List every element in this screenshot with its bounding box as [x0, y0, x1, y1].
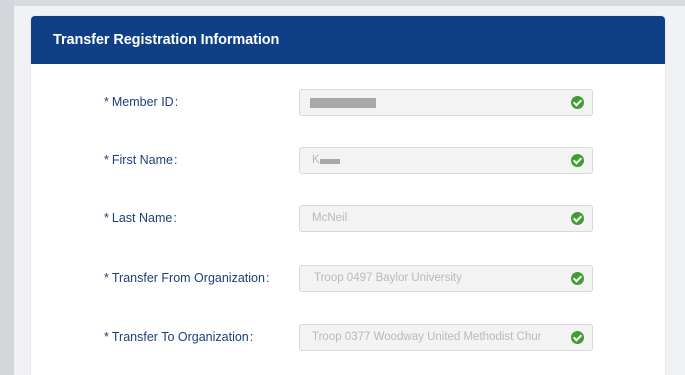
redacted-value [310, 98, 376, 108]
panel-title: Transfer Registration Information [53, 32, 280, 48]
first-name-value: K [312, 154, 320, 166]
transfer-to-label: * Transfer To Organization: [104, 330, 253, 344]
form-row-member-id: * Member ID: [31, 89, 665, 116]
member-id-label: * Member ID: [104, 95, 178, 109]
check-circle-icon [571, 272, 584, 285]
check-circle-icon [571, 96, 584, 109]
redacted-value [320, 159, 340, 164]
label-colon: : [173, 211, 177, 225]
last-name-label-text: Last Name [111, 211, 173, 225]
first-name-label-text: First Name [111, 153, 173, 167]
required-marker: * [104, 211, 109, 225]
label-colon: : [174, 95, 179, 109]
transfer-from-value: Troop 0497 Baylor University [314, 272, 462, 284]
required-marker: * [104, 153, 109, 167]
first-name-input[interactable]: K [299, 147, 593, 174]
required-marker: * [104, 271, 109, 285]
check-circle-icon [571, 212, 584, 225]
form-row-transfer-from: * Transfer From Organization: Troop 0497 … [31, 265, 665, 292]
member-id-label-text: Member ID [111, 95, 174, 109]
last-name-input[interactable]: McNeil [299, 205, 593, 232]
transfer-registration-panel: Transfer Registration Information * Membe… [31, 16, 665, 375]
label-colon: : [265, 271, 270, 285]
check-circle-icon [571, 331, 584, 344]
panel-header: Transfer Registration Information [31, 16, 665, 64]
member-id-input[interactable] [299, 89, 593, 116]
transfer-from-label: * Transfer From Organization: [104, 271, 269, 285]
first-name-label: * First Name: [104, 153, 177, 167]
transfer-from-input[interactable]: Troop 0497 Baylor University [299, 265, 593, 292]
last-name-label: * Last Name: [104, 211, 177, 225]
form-row-last-name: * Last Name: McNeil [31, 205, 665, 232]
label-colon: : [249, 330, 254, 344]
page-top-strip [0, 0, 685, 6]
left-rail [0, 0, 14, 375]
transfer-to-label-text: Transfer To Organization [111, 330, 249, 344]
label-colon: : [174, 153, 178, 167]
required-marker: * [104, 95, 109, 109]
transfer-from-label-text: Transfer From Organization [111, 271, 265, 285]
transfer-to-value: Troop 0377 Woodway United Methodist Chur [312, 331, 542, 343]
last-name-value: McNeil [312, 212, 348, 224]
transfer-to-input[interactable]: Troop 0377 Woodway United Methodist Chur [299, 324, 593, 351]
form-row-first-name: * First Name: K [31, 147, 665, 174]
check-circle-icon [571, 154, 584, 167]
form-row-transfer-to: * Transfer To Organization: Troop 0377 Wo… [31, 324, 665, 351]
required-marker: * [104, 330, 109, 344]
